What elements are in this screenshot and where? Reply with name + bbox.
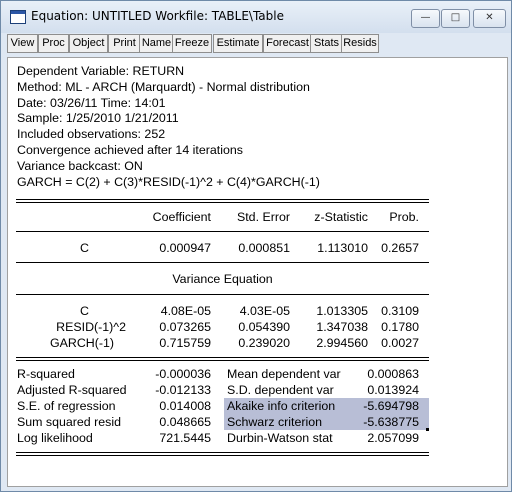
name-button[interactable]: Name bbox=[139, 34, 174, 53]
stat-value: 0.013924 bbox=[367, 383, 419, 397]
stat-label: Adjusted R-squared bbox=[17, 383, 127, 397]
row-variable: GARCH(-1) bbox=[49, 336, 114, 350]
stat-label: S.E. of regression bbox=[17, 399, 116, 413]
row-variable: C bbox=[80, 304, 89, 318]
col-header-z-statistic: z-Statistic bbox=[314, 210, 368, 224]
row-std-error: 0.000851 bbox=[238, 241, 290, 255]
stat-label: S.D. dependent var bbox=[227, 383, 334, 397]
header-line: Convergence achieved after 14 iterations bbox=[17, 142, 243, 157]
row-prob: 0.2657 bbox=[381, 241, 419, 255]
table-rule bbox=[16, 294, 429, 295]
header-line: Date: 03/26/11 Time: 14:01 bbox=[17, 95, 166, 110]
header-line: Included observations: 252 bbox=[17, 127, 166, 142]
estimation-header: Dependent Variable: RETURN Method: ML - … bbox=[17, 64, 320, 190]
stat-label: R-squared bbox=[17, 367, 75, 381]
row-z-statistic: 1.013305 bbox=[316, 304, 368, 318]
stat-value: 0.000863 bbox=[367, 367, 419, 381]
header-line: Method: ML - ARCH (Marquardt) - Normal d… bbox=[17, 79, 310, 94]
equation-toolbar: View Proc Object Print Name Freeze Estim… bbox=[7, 34, 507, 54]
row-variable: RESID(-1)^2 bbox=[56, 320, 126, 334]
row-coefficient: 4.08E-05 bbox=[160, 304, 211, 318]
window-icon bbox=[10, 10, 26, 24]
equation-window: Equation: UNTITLED Workfile: TABLE\Table… bbox=[0, 0, 512, 492]
table-rule bbox=[16, 199, 429, 200]
row-std-error: 4.03E-05 bbox=[239, 304, 290, 318]
window-title: Equation: UNTITLED Workfile: TABLE\Table bbox=[31, 9, 284, 23]
proc-button[interactable]: Proc bbox=[38, 34, 69, 53]
stat-value: 0.048665 bbox=[159, 415, 211, 429]
stat-label: Log likelihood bbox=[17, 431, 93, 445]
row-z-statistic: 1.347038 bbox=[316, 320, 368, 334]
row-std-error: 0.239020 bbox=[238, 336, 290, 350]
table-rule bbox=[16, 202, 429, 203]
table-rule bbox=[16, 455, 429, 456]
stat-value: -5.638775 bbox=[363, 415, 419, 429]
table-rule bbox=[16, 357, 429, 358]
minimize-button[interactable]: — bbox=[411, 9, 440, 28]
row-coefficient: 0.000947 bbox=[159, 241, 211, 255]
row-prob: 0.3109 bbox=[381, 304, 419, 318]
freeze-button[interactable]: Freeze bbox=[172, 34, 212, 53]
header-line: Dependent Variable: RETURN bbox=[17, 64, 185, 78]
row-prob: 0.1780 bbox=[381, 320, 419, 334]
row-std-error: 0.054390 bbox=[238, 320, 290, 334]
variance-equation-title: Variance Equation bbox=[172, 272, 273, 286]
table-rule bbox=[16, 262, 429, 263]
stat-value: 721.5445 bbox=[159, 431, 211, 445]
header-line: Sample: 1/25/2010 1/21/2011 bbox=[17, 111, 179, 126]
row-variable: C bbox=[80, 241, 89, 255]
table-rule bbox=[16, 231, 429, 232]
stat-label: Mean dependent var bbox=[227, 367, 341, 381]
stat-value: -0.000036 bbox=[155, 367, 211, 381]
stat-value: 0.014008 bbox=[159, 399, 211, 413]
maximize-button[interactable]: □ bbox=[441, 9, 470, 28]
table-rule bbox=[16, 452, 429, 453]
stat-label: Sum squared resid bbox=[17, 415, 121, 429]
close-button[interactable]: ✕ bbox=[473, 9, 506, 28]
row-coefficient: 0.715759 bbox=[159, 336, 211, 350]
estimation-output[interactable]: Dependent Variable: RETURN Method: ML - … bbox=[7, 57, 508, 487]
print-button[interactable]: Print bbox=[108, 34, 141, 53]
row-z-statistic: 2.994560 bbox=[316, 336, 368, 350]
stat-label: Akaike info criterion bbox=[227, 399, 336, 413]
title-bar[interactable]: Equation: UNTITLED Workfile: TABLE\Table… bbox=[1, 1, 511, 33]
row-z-statistic: 1.113010 bbox=[317, 241, 368, 255]
resids-button[interactable]: Resids bbox=[341, 34, 379, 53]
col-header-coefficient: Coefficient bbox=[152, 210, 211, 224]
header-line: Variance backcast: ON bbox=[17, 158, 143, 173]
stat-value: 2.057099 bbox=[367, 431, 419, 445]
row-coefficient: 0.073265 bbox=[159, 320, 211, 334]
table-rule bbox=[16, 360, 429, 361]
stat-value: -5.694798 bbox=[363, 399, 419, 413]
object-button[interactable]: Object bbox=[69, 34, 108, 53]
header-line: GARCH = C(2) + C(3)*RESID(-1)^2 + C(4)*G… bbox=[17, 174, 320, 189]
col-header-std-error: Std. Error bbox=[236, 210, 290, 224]
stat-value: -0.012133 bbox=[155, 383, 211, 397]
stat-label: Schwarz criterion bbox=[227, 415, 323, 429]
stat-label: Durbin-Watson stat bbox=[227, 431, 333, 445]
view-button[interactable]: View bbox=[7, 34, 38, 53]
col-header-prob: Prob. bbox=[389, 210, 419, 224]
stats-button[interactable]: Stats bbox=[310, 34, 343, 53]
forecast-button[interactable]: Forecast bbox=[263, 34, 312, 53]
row-prob: 0.0027 bbox=[381, 336, 419, 350]
estimate-button[interactable]: Estimate bbox=[213, 34, 263, 53]
selection-handle bbox=[426, 428, 429, 431]
